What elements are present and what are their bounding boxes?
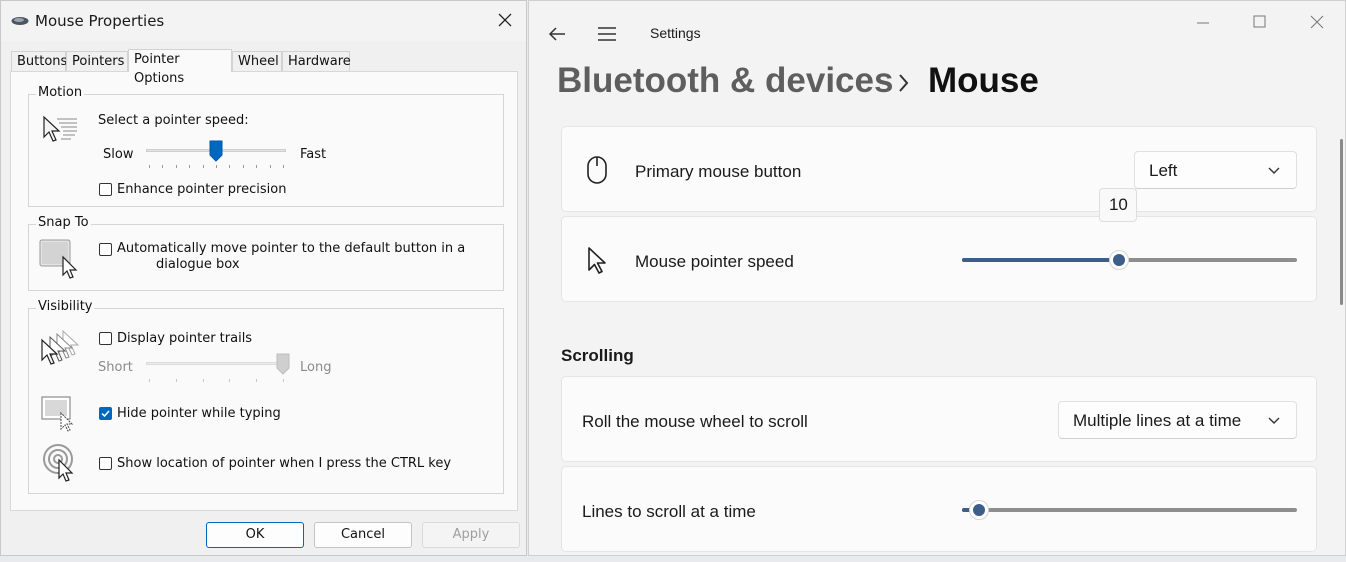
- short-label: Short: [98, 360, 133, 375]
- slider-tick: [283, 379, 284, 382]
- slider-tick: [203, 379, 204, 382]
- tab-pointer-options[interactable]: Pointer Options: [128, 49, 232, 86]
- app-title: Settings: [650, 25, 701, 41]
- minimize-icon[interactable]: [1195, 15, 1211, 31]
- slider-tick: [283, 165, 284, 168]
- chevron-down-icon: [1268, 167, 1280, 174]
- dialog-title: Mouse Properties: [35, 12, 165, 30]
- snap-to-default-checkbox[interactable]: [99, 243, 112, 256]
- slider-tick: [176, 379, 177, 382]
- slider-tick: [256, 379, 257, 382]
- lines-to-scroll-thumb[interactable]: [968, 500, 989, 520]
- motion-group-label: Motion: [36, 85, 85, 100]
- dialog-titlebar: Mouse Properties: [1, 1, 526, 41]
- tab-wheel[interactable]: Wheel: [232, 51, 282, 71]
- mouse-properties-dialog: Mouse Properties Buttons Pointers Pointe…: [0, 0, 527, 556]
- hide-pointer-checkbox[interactable]: [99, 407, 112, 420]
- pointer-speed-thumb[interactable]: [1109, 250, 1130, 270]
- slider-tick: [256, 165, 257, 168]
- pointer-trails-slider-track[interactable]: [146, 362, 286, 365]
- pointer-trails-label: Display pointer trails: [117, 331, 253, 346]
- slider-tick: [229, 165, 230, 168]
- pointer-trails-icon: [41, 329, 80, 365]
- slider-tick: [203, 165, 204, 168]
- visibility-group: Visibility Display pointer trails Short …: [28, 299, 504, 494]
- primary-mouse-button-card: Primary mouse button Left: [561, 126, 1317, 212]
- enhance-precision-checkbox[interactable]: [99, 183, 112, 196]
- cursor-arrow-icon: [588, 247, 606, 274]
- hamburger-menu-icon[interactable]: [597, 26, 617, 42]
- mouse-icon: [11, 17, 29, 25]
- breadcrumb-parent[interactable]: Bluetooth & devices: [557, 61, 893, 101]
- back-arrow-icon[interactable]: [547, 25, 567, 43]
- slider-tick: [216, 165, 217, 168]
- wheel-scroll-dropdown[interactable]: Multiple lines at a time: [1058, 401, 1297, 439]
- maximize-icon[interactable]: [1252, 14, 1268, 30]
- slider-tick: [189, 165, 190, 168]
- checkmark-icon: [101, 410, 110, 418]
- tab-pointers[interactable]: Pointers: [66, 51, 128, 71]
- snap-to-label-line2: dialogue box: [156, 257, 240, 272]
- settings-window: Settings Bluetooth & devices Mouse Prima…: [528, 0, 1346, 556]
- slider-tick: [243, 165, 244, 168]
- snap-to-group: Snap To Automatically move pointer to th…: [28, 215, 504, 291]
- breadcrumb-chevron-icon: [899, 74, 909, 92]
- page-title: Mouse: [928, 61, 1039, 100]
- mouse-device-icon: [587, 156, 607, 184]
- tab-buttons[interactable]: Buttons: [11, 51, 67, 71]
- slow-label: Slow: [103, 147, 134, 162]
- slider-tick: [149, 379, 150, 382]
- pointer-options-panel: Motion Select a pointer speed: Slow Fast…: [10, 71, 518, 511]
- hide-pointer-label: Hide pointer while typing: [117, 406, 281, 421]
- scrolling-heading: Scrolling: [561, 346, 634, 365]
- pointer-speed-label: Mouse pointer speed: [635, 252, 794, 271]
- pointer-speed-slider-thumb[interactable]: [209, 140, 223, 162]
- pointer-speed-fill: [962, 258, 1120, 262]
- slider-tick: [162, 165, 163, 168]
- slider-tick: [149, 165, 150, 168]
- wheel-scroll-label: Roll the mouse wheel to scroll: [582, 412, 808, 431]
- chevron-down-icon: [1268, 417, 1280, 424]
- long-label: Long: [300, 360, 332, 375]
- pointer-trails-slider-thumb[interactable]: [276, 353, 290, 375]
- slider-tick: [270, 165, 271, 168]
- show-location-label: Show location of pointer when I press th…: [117, 456, 452, 471]
- pointer-speed-icon: [43, 115, 77, 142]
- show-location-icon: [43, 444, 74, 482]
- tab-hardware[interactable]: Hardware: [282, 51, 351, 71]
- close-window-icon[interactable]: [1309, 14, 1325, 30]
- snap-to-label-line1: Automatically move pointer to the defaul…: [117, 241, 466, 256]
- primary-button-dropdown[interactable]: Left: [1134, 151, 1297, 189]
- close-icon[interactable]: [492, 7, 518, 33]
- motion-group: Motion Select a pointer speed: Slow Fast…: [28, 85, 504, 207]
- vertical-scrollbar[interactable]: [1340, 139, 1343, 305]
- apply-button[interactable]: Apply: [422, 522, 520, 548]
- lines-to-scroll-track[interactable]: [962, 508, 1297, 512]
- pointer-speed-value-tooltip: 10: [1099, 188, 1138, 222]
- slider-tick: [229, 379, 230, 382]
- pointer-speed-card: Mouse pointer speed: [561, 216, 1317, 302]
- lines-to-scroll-label: Lines to scroll at a time: [582, 502, 756, 521]
- primary-mouse-button-label: Primary mouse button: [635, 162, 802, 181]
- wheel-scroll-value: Multiple lines at a time: [1073, 411, 1242, 430]
- hide-pointer-icon: [41, 396, 74, 432]
- slider-tick: [176, 165, 177, 168]
- visibility-group-label: Visibility: [36, 299, 95, 314]
- fast-label: Fast: [300, 147, 327, 162]
- ok-button[interactable]: OK: [206, 522, 304, 548]
- snap-to-group-label: Snap To: [36, 215, 91, 230]
- lines-to-scroll-card: Lines to scroll at a time: [561, 466, 1317, 552]
- cancel-button[interactable]: Cancel: [314, 522, 412, 548]
- primary-button-value: Left: [1149, 161, 1178, 180]
- snap-to-icon: [39, 239, 78, 279]
- wheel-scroll-card: Roll the mouse wheel to scroll Multiple …: [561, 376, 1317, 462]
- enhance-precision-label: Enhance pointer precision: [117, 182, 287, 197]
- show-location-checkbox[interactable]: [99, 457, 112, 470]
- pointer-speed-label: Select a pointer speed:: [98, 113, 249, 128]
- pointer-trails-checkbox[interactable]: [99, 332, 112, 345]
